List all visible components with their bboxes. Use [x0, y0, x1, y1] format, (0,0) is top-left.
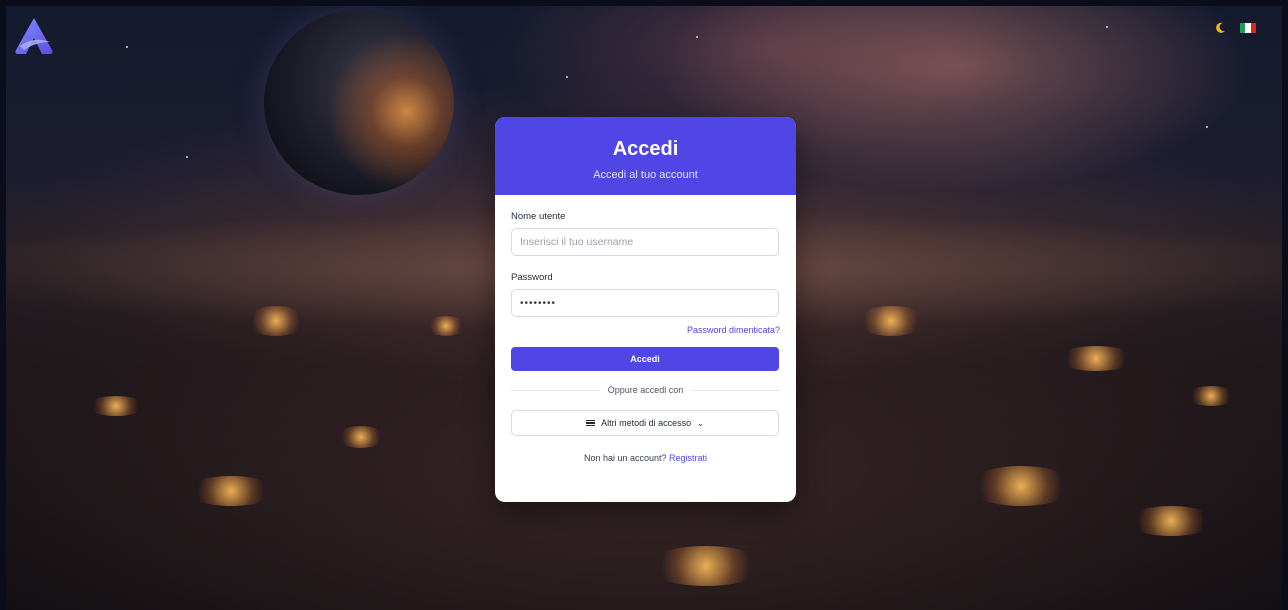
password-field: Password [511, 272, 780, 317]
city-light [966, 466, 1076, 506]
planet-image [264, 10, 454, 195]
moon-icon[interactable] [1214, 22, 1226, 34]
password-input[interactable] [511, 289, 779, 317]
page-title: Accedi [612, 138, 679, 160]
username-input[interactable] [511, 228, 779, 256]
city-light [1056, 346, 1136, 371]
star [1206, 126, 1208, 128]
login-card: Accedi Accedi al tuo account Nome utente… [495, 117, 796, 502]
username-label: Nome utente [511, 211, 566, 222]
app-logo[interactable] [12, 16, 56, 56]
flag-icon-italy[interactable] [1240, 23, 1256, 33]
password-label: Password [511, 272, 553, 283]
divider-text: Oppure accedi con [607, 385, 684, 395]
divider-line [691, 389, 781, 391]
city-light [246, 306, 306, 336]
login-form: Nome utente Password Password dimenticat… [495, 195, 796, 463]
city-light [186, 476, 276, 506]
star [186, 156, 188, 158]
username-field: Nome utente [511, 211, 780, 256]
star [1106, 26, 1108, 28]
hamburger-icon [586, 419, 596, 427]
top-right-controls [1214, 22, 1256, 34]
signup-prompt: Non hai un account? Registrati [511, 453, 780, 463]
city-light [426, 316, 466, 336]
login-button[interactable]: Accedi [511, 347, 779, 371]
city-light [1186, 386, 1236, 406]
star [566, 76, 568, 78]
divider: Oppure accedi con [511, 385, 781, 395]
city-light [856, 306, 926, 336]
card-header: Accedi Accedi al tuo account [495, 117, 796, 195]
city-light [336, 426, 386, 448]
signup-link[interactable]: Registrati [669, 453, 707, 463]
signup-text: Non hai un account? [583, 453, 667, 463]
divider-line [511, 389, 600, 391]
star [126, 46, 128, 48]
city-light [1126, 506, 1216, 536]
city-light [646, 546, 766, 586]
alt-login-methods-button[interactable]: Altri metodi di accesso ⌄ [511, 410, 779, 436]
page-subtitle: Accedi al tuo account [593, 169, 698, 181]
chevron-down-icon: ⌄ [697, 418, 704, 428]
alt-login-methods-label: Altri metodi di accesso [601, 418, 692, 428]
forgot-password-link[interactable]: Password dimenticata? [511, 325, 780, 335]
city-light [86, 396, 146, 416]
star [696, 36, 698, 38]
